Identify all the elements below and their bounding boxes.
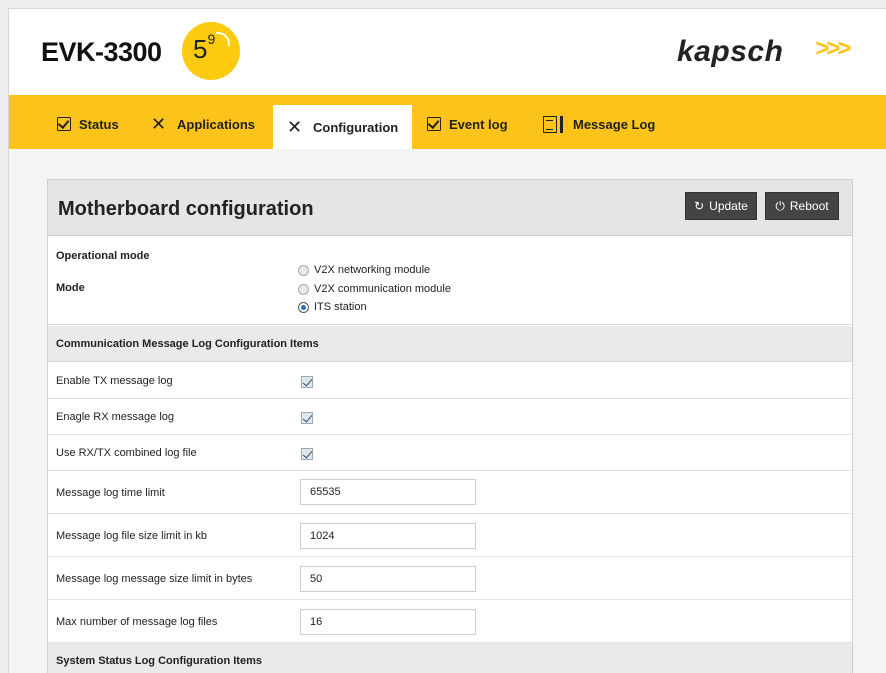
kapsch-arrows-logo: >>> [815,35,851,62]
reboot-button[interactable]: ⏻ Reboot [765,192,839,220]
radio-button[interactable] [298,264,309,276]
check-square-icon [57,117,71,131]
reboot-button-label: Reboot [789,199,829,213]
panel-header: Motherboard configuration ↻ Update ⏻ Reb… [48,180,852,236]
tools-icon: ✕ [287,117,303,137]
product-name: EVK-3300 [41,37,162,67]
operational-mode-heading: Operational mode [56,250,150,262]
tab-status-label: Status [79,116,119,132]
combined-log-label: Use RX/TX combined log file [56,447,197,459]
radio-button[interactable] [298,283,309,295]
check-square-icon [427,117,441,131]
tab-message-log-label: Message Log [573,116,656,132]
file-size-label: Message log file size limit in kb [56,530,208,542]
power-icon: ⏻ [775,198,785,213]
config-panel: Motherboard configuration ↻ Update ⏻ Reb… [47,179,853,673]
tab-configuration-label: Configuration [313,119,399,135]
mode-label: Mode [56,282,85,294]
row-combined-log: Use RX/TX combined log file [48,435,852,471]
page: EVK-3300 59 kapsch >>> Status ✕ Applicat… [8,8,886,673]
mode-option-communication[interactable]: V2X communication module [298,283,451,295]
max-files-label: Max number of message log files [56,616,218,628]
app-header: EVK-3300 59 kapsch >>> [9,9,886,95]
tab-message-log[interactable]: Message Log [543,95,655,149]
comm-log-section-header: Communication Message Log Configuration … [48,326,852,362]
page-title: Motherboard configuration [58,198,314,220]
row-enable-tx: Enable TX message log [48,363,852,399]
mode-option-its-station[interactable]: ITS station [298,301,367,313]
main-nav: Status ✕ Applications ✕ Configuration Ev… [9,95,886,149]
operational-mode-section: Operational mode Mode V2X networking mod… [48,237,852,325]
combined-log-checkbox[interactable] [301,448,313,460]
badge-sup: 9 [207,31,216,48]
tab-configuration[interactable]: ✕ Configuration [273,105,413,149]
row-time-limit: Message log time limit [48,471,852,514]
tools-icon: ✕ [151,114,167,134]
enable-tx-checkbox[interactable] [301,376,313,388]
radio-button-selected[interactable] [298,301,309,313]
msg-size-input[interactable] [300,566,476,592]
radio-label: ITS station [314,301,367,313]
row-max-files: Max number of message log files [48,600,852,643]
row-msg-size: Message log message size limit in bytes [48,557,852,600]
enable-rx-label: Enagle RX message log [56,411,175,423]
msg-size-label: Message log message size limit in bytes [56,573,253,585]
file-size-input[interactable] [300,523,476,549]
tab-event-log[interactable]: Event log [427,95,508,149]
enable-rx-checkbox[interactable] [301,412,313,424]
wireless-waves-icon [216,32,230,46]
kapsch-logo: kapsch [677,35,784,68]
mode-option-networking[interactable]: V2X networking module [298,264,430,276]
update-button[interactable]: ↻ Update [685,192,757,220]
row-enable-rx: Enagle RX message log [48,399,852,435]
update-button-label: Update [709,199,748,213]
time-limit-input[interactable] [300,479,476,505]
tab-event-log-label: Event log [449,116,508,132]
enable-tx-label: Enable TX message log [56,375,173,387]
radio-label: V2X communication module [314,283,451,295]
system-log-section-header: System Status Log Configuration Items [48,643,852,673]
max-files-input[interactable] [300,609,476,635]
badge-main: 5 [193,34,208,64]
refresh-icon: ↻ [694,199,705,213]
time-limit-label: Message log time limit [56,487,165,499]
row-file-size: Message log file size limit in kb [48,514,852,557]
section-heading: System Status Log Configuration Items [56,655,262,667]
message-log-icon [543,115,563,133]
tab-applications[interactable]: ✕ Applications [151,95,255,149]
section-heading: Communication Message Log Configuration … [56,338,319,350]
radio-label: V2X networking module [314,264,431,276]
tab-applications-label: Applications [177,116,256,132]
tab-status[interactable]: Status [57,95,119,149]
5-9-logo-badge: 59 [182,22,240,80]
